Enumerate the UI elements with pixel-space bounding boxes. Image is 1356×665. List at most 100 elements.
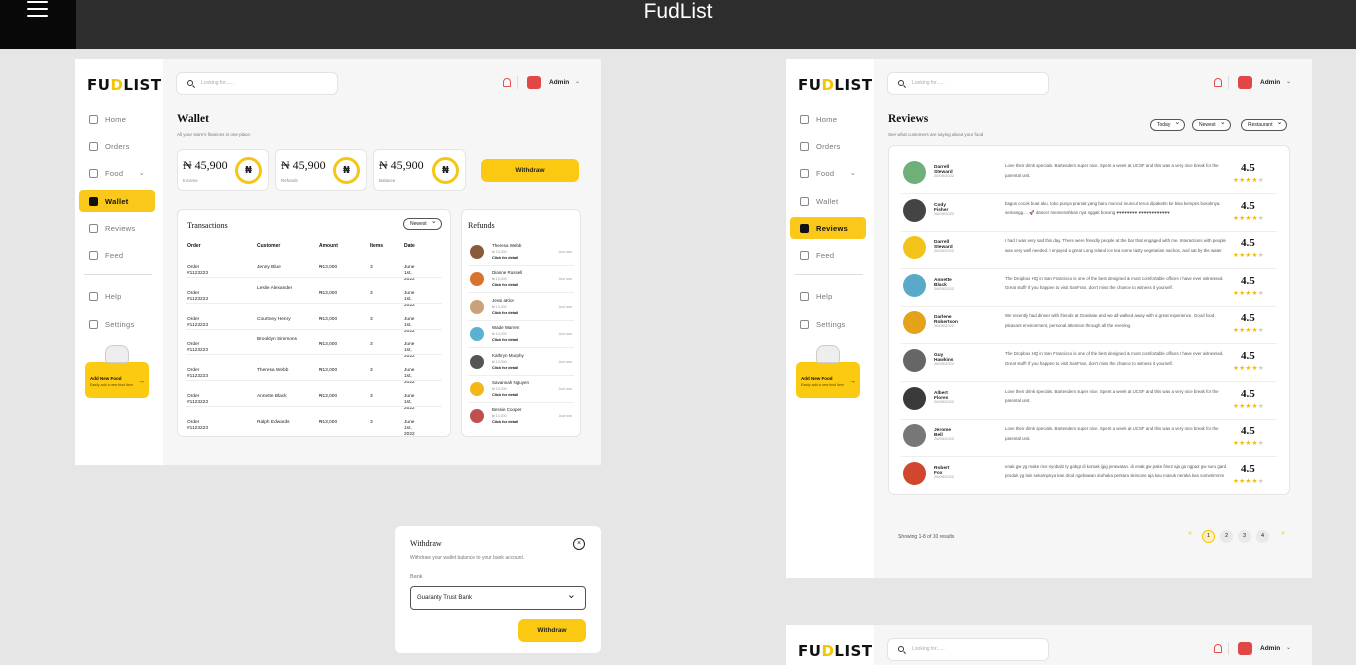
column-header: Items: [370, 243, 384, 249]
bell-icon[interactable]: [1214, 78, 1222, 87]
sidebar-item-settings[interactable]: Settings: [79, 313, 155, 335]
nav-label: Home: [816, 114, 838, 124]
review-date: 26/05/2022: [934, 248, 955, 254]
sidebar-item-reviews[interactable]: Reviews: [790, 217, 866, 239]
table-cell: Order #1123223: [187, 316, 208, 328]
wallet-icon: [89, 196, 98, 206]
naira-icon: ₦: [333, 157, 360, 184]
refund-detail-link[interactable]: Click for detail: [492, 338, 518, 342]
refund-detail-link[interactable]: Click for detail: [492, 420, 518, 424]
table-cell: Annette Black: [257, 394, 287, 399]
avatar[interactable]: [1238, 76, 1252, 89]
sidebar-item-settings[interactable]: Settings: [790, 313, 866, 335]
page-button-4[interactable]: 4: [1256, 530, 1269, 543]
add-new-food-card[interactable]: Add New Food Easily add a new food item …: [85, 345, 149, 398]
search-input[interactable]: Looking for......: [887, 72, 1049, 95]
refund-detail-link[interactable]: Click for detail: [492, 283, 518, 287]
withdraw-modal: Withdraw Withdraw your wallet balance to…: [395, 526, 601, 653]
review-score: 4.5: [1241, 237, 1255, 250]
food-icon: [800, 168, 809, 178]
close-icon[interactable]: ×: [573, 538, 585, 550]
modal-withdraw-button[interactable]: Withdraw: [518, 619, 586, 642]
bell-icon[interactable]: [1214, 644, 1222, 653]
nav-label: Wallet: [816, 196, 839, 206]
star-icon: ★★★★: [1233, 214, 1258, 222]
add-new-food-card[interactable]: Add New Food Easily add a new food item …: [796, 345, 860, 398]
filter-newest[interactable]: Newest: [1192, 118, 1231, 131]
stat-label: Income: [183, 178, 198, 183]
review-date: 26/05/2022: [934, 436, 955, 442]
sort-dropdown[interactable]: Newest: [403, 217, 442, 230]
sidebar-item-feed[interactable]: Feed: [79, 244, 155, 266]
sidebar-item-food[interactable]: Food ⌄: [790, 162, 866, 184]
row-divider: [468, 265, 574, 266]
search-input[interactable]: Looking for......: [887, 638, 1049, 661]
refund-detail-link[interactable]: Click for detail: [492, 366, 518, 370]
row-divider: [468, 374, 574, 376]
promo-subtitle: Easily add a new food item: [801, 383, 844, 387]
page-button-3[interactable]: 3: [1238, 530, 1251, 543]
table-cell: ₦13,000: [319, 394, 338, 399]
next-page-icon[interactable]: »: [1281, 530, 1285, 537]
row-divider: [901, 268, 1277, 270]
page-button-2[interactable]: 2: [1220, 530, 1233, 543]
filter-restaurant[interactable]: Restaurant: [1241, 118, 1288, 131]
filter-today[interactable]: Today: [1150, 118, 1186, 131]
promo-subtitle: Easily add a new food item: [90, 383, 133, 387]
bank-select[interactable]: Guaranty Trust Bank: [410, 584, 586, 610]
star-empty-icon: ★: [1257, 402, 1265, 410]
sidebar-item-orders[interactable]: Orders: [790, 135, 866, 157]
star-empty-icon: ★: [1257, 289, 1265, 297]
avatar: [903, 161, 926, 184]
column-header: Order: [187, 243, 201, 249]
review-text: I had I was very sad this day. There wer…: [1005, 238, 1226, 253]
refund-detail-link[interactable]: Click for detail: [492, 256, 518, 260]
row-divider: [468, 347, 574, 349]
sidebar-item-food[interactable]: Food ⌄: [79, 162, 155, 184]
sidebar-item-wallet[interactable]: Wallet: [79, 190, 155, 212]
admin-name[interactable]: Admin: [1260, 645, 1280, 652]
refund-detail-link[interactable]: Click for detail: [492, 311, 518, 315]
prev-page-icon[interactable]: «: [1188, 530, 1192, 537]
avatar[interactable]: [1238, 642, 1252, 655]
table-cell: ₦13,000: [319, 316, 338, 322]
sidebar-item-orders[interactable]: Orders: [79, 135, 155, 157]
star-rating: ★★★★★: [1233, 176, 1264, 184]
divider: [1228, 76, 1229, 89]
chevron-down-icon[interactable]: ⌄: [575, 78, 580, 85]
gear-icon: [800, 319, 809, 329]
refund-amount: ₦ 13,000: [492, 277, 507, 282]
table-cell: Order #1123223: [187, 265, 208, 276]
avatar[interactable]: [527, 76, 541, 89]
review-date: 26/05/2022: [934, 210, 955, 216]
stat-label: Refunds: [281, 178, 298, 183]
column-header: Date: [404, 243, 415, 249]
star-empty-icon: ★: [1257, 327, 1265, 335]
sidebar-item-home[interactable]: Home: [79, 108, 155, 130]
star-icon: ★★★★: [1233, 365, 1258, 372]
search-input[interactable]: Looking for......: [176, 72, 338, 95]
avatar: [903, 461, 926, 485]
chevron-down-icon[interactable]: ⌄: [1286, 644, 1291, 651]
bell-icon[interactable]: [503, 78, 511, 87]
withdraw-button[interactable]: Withdraw: [481, 159, 579, 182]
sidebar-item-reviews[interactable]: Reviews: [79, 217, 155, 239]
sidebar-item-help[interactable]: Help: [79, 285, 155, 307]
refund-detail-link[interactable]: Click for detail: [492, 393, 518, 397]
sidebar-item-feed[interactable]: Feed: [790, 244, 866, 266]
admin-name[interactable]: Admin: [549, 79, 569, 86]
sidebar-item-wallet[interactable]: Wallet: [790, 190, 866, 212]
page-subtitle: See what customers are saying about your…: [888, 132, 984, 137]
sidebar-item-home[interactable]: Home: [790, 108, 866, 130]
sidebar-item-help[interactable]: Help: [790, 285, 866, 307]
column-header: Amount: [319, 243, 338, 249]
table-cell: ₦13,000: [319, 342, 338, 348]
page-button-1[interactable]: 1: [1202, 530, 1215, 543]
home-icon: [89, 114, 98, 124]
promo-title: Add New Food: [90, 376, 122, 381]
admin-name[interactable]: Admin: [1260, 79, 1280, 86]
review-score: 4.5: [1241, 350, 1255, 362]
refund-time: Just now: [558, 414, 572, 419]
chevron-down-icon[interactable]: ⌄: [1286, 78, 1291, 85]
naira-icon: ₦: [235, 157, 262, 184]
